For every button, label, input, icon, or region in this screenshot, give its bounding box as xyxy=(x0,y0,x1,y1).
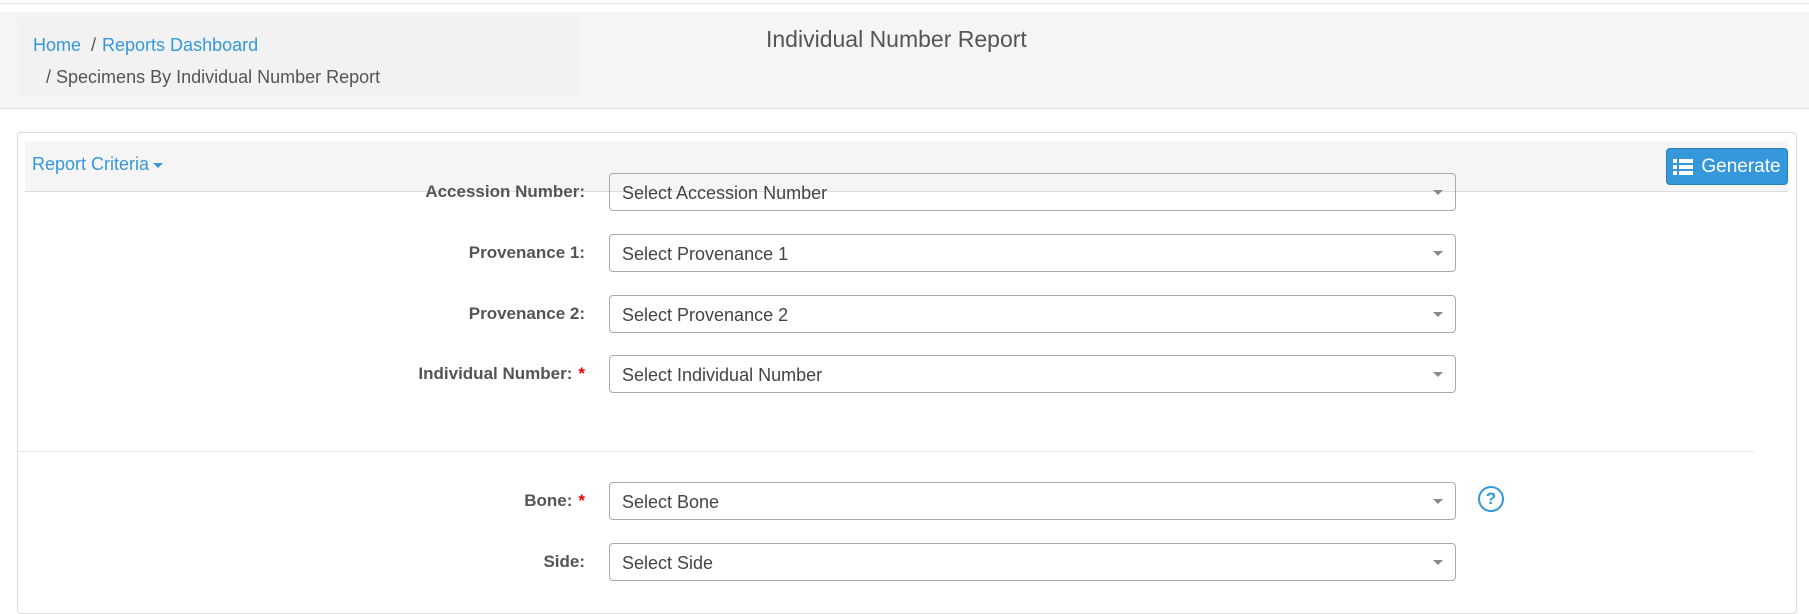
breadcrumb-home[interactable]: Home xyxy=(33,35,81,55)
required-marker: * xyxy=(578,491,585,510)
top-border xyxy=(0,0,1809,4)
breadcrumb-separator: / xyxy=(91,35,97,55)
chevron-down-icon xyxy=(1433,499,1443,504)
select-placeholder: Select Provenance 2 xyxy=(622,305,789,325)
chevron-down-icon xyxy=(1433,372,1443,377)
section-divider xyxy=(18,451,1754,452)
field-row-individual-number: Individual Number: * Select Individual Nu… xyxy=(18,355,1796,393)
provenance-1-select[interactable]: Select Provenance 1 xyxy=(609,234,1456,272)
select-placeholder: Select Provenance 1 xyxy=(622,244,789,264)
breadcrumb: Home / Reports Dashboard / Specimens By In… xyxy=(18,17,578,96)
question-circle-icon[interactable]: ? xyxy=(1478,486,1504,512)
breadcrumb-reports-dashboard[interactable]: Reports Dashboard xyxy=(102,35,258,55)
field-row-bone: Bone: * Select Bone ? xyxy=(18,482,1796,520)
breadcrumb-separator: / xyxy=(46,67,52,87)
provenance-1-label: Provenance 1: xyxy=(468,243,585,262)
chevron-down-icon xyxy=(1433,560,1443,565)
select-placeholder: Select Individual Number xyxy=(622,365,823,385)
accession-number-label: Accession Number: xyxy=(425,182,585,201)
provenance-2-label: Provenance 2: xyxy=(468,304,585,323)
field-row-provenance-2: Provenance 2: Select Provenance 2 xyxy=(18,295,1796,333)
side-select[interactable]: Select Side xyxy=(609,543,1456,581)
field-row-side: Side: Select Side xyxy=(18,543,1796,581)
side-label: Side: xyxy=(543,552,585,571)
breadcrumb-current: Specimens By Individual Number Report xyxy=(56,67,381,87)
page-header: Home / Reports Dashboard / Specimens By In… xyxy=(0,12,1809,109)
select-placeholder: Select Bone xyxy=(622,492,720,512)
bone-label: Bone: * xyxy=(524,491,585,510)
required-marker: * xyxy=(578,364,585,383)
field-row-provenance-1: Provenance 1: Select Provenance 1 xyxy=(18,234,1796,272)
chevron-down-icon xyxy=(1433,312,1443,317)
chevron-down-icon xyxy=(1433,251,1443,256)
individual-number-label: Individual Number: * xyxy=(418,364,585,383)
chevron-down-icon xyxy=(1433,190,1443,195)
select-placeholder: Select Side xyxy=(622,553,714,573)
caret-down-icon xyxy=(153,162,164,168)
field-row-accession-number: Accession Number: Select Accession Numbe… xyxy=(18,173,1796,211)
page-title: Individual Number Report xyxy=(766,26,1027,52)
provenance-2-select[interactable]: Select Provenance 2 xyxy=(609,295,1456,333)
report-criteria-panel: Report Criteria Generate Accession Numbe… xyxy=(17,132,1797,614)
report-criteria-label: Report Criteria xyxy=(32,154,150,174)
individual-number-select[interactable]: Select Individual Number xyxy=(609,355,1456,393)
select-placeholder: Select Accession Number xyxy=(622,183,828,203)
accession-number-select[interactable]: Select Accession Number xyxy=(609,173,1456,211)
report-criteria-toggle[interactable]: Report Criteria xyxy=(32,154,164,175)
bone-select[interactable]: Select Bone xyxy=(609,482,1456,520)
